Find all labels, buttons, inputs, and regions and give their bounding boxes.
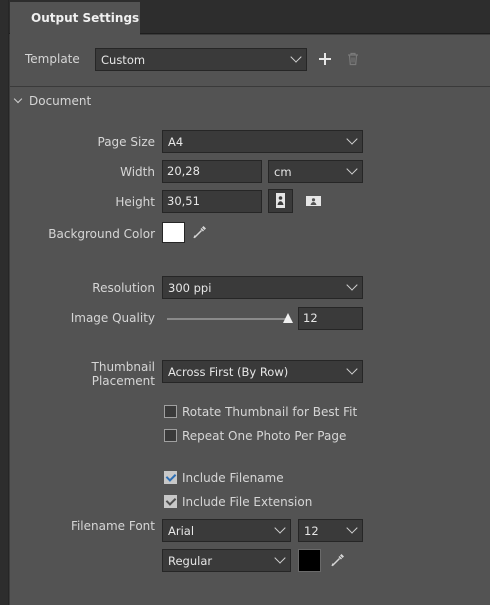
- resolution-select[interactable]: 300 ppi: [162, 276, 363, 299]
- template-value: Custom: [101, 53, 146, 67]
- font-style-select[interactable]: Regular: [162, 549, 291, 572]
- font-style-value: Regular: [168, 554, 213, 568]
- section-document-title[interactable]: Document: [29, 94, 91, 108]
- resolution-label: Resolution: [92, 281, 155, 295]
- chevron-down-icon: [346, 163, 358, 175]
- page-size-label: Page Size: [97, 135, 156, 149]
- repeat-photo-label[interactable]: Repeat One Photo Per Page: [182, 429, 346, 443]
- chevron-down-icon: [346, 133, 358, 145]
- template-select[interactable]: Custom: [95, 48, 307, 71]
- height-label: Height: [115, 195, 155, 209]
- font-family-value: Arial: [168, 524, 195, 538]
- page-size-value: A4: [168, 135, 184, 149]
- font-size-select[interactable]: 12: [298, 519, 363, 542]
- include-filename-label[interactable]: Include Filename: [182, 471, 284, 485]
- eyedropper-icon[interactable]: [330, 552, 346, 568]
- image-quality-slider[interactable]: [167, 318, 290, 320]
- landscape-icon: [306, 196, 321, 206]
- font-family-select[interactable]: Arial: [162, 519, 291, 542]
- thumbnail-placement-value: Across First (By Row): [168, 365, 289, 379]
- width-label: Width: [120, 165, 155, 179]
- rotate-thumbnail-label[interactable]: Rotate Thumbnail for Best Fit: [182, 405, 357, 419]
- background-color-swatch[interactable]: [162, 222, 185, 243]
- landscape-orientation-button[interactable]: [303, 192, 325, 210]
- chevron-down-icon: [346, 279, 358, 291]
- chevron-down-icon: [346, 363, 358, 375]
- thumbnail-placement-label: Thumbnail Placement: [40, 360, 155, 388]
- thumbnail-placement-label-line2: Placement: [91, 374, 155, 388]
- thumbnail-placement-select[interactable]: Across First (By Row): [162, 360, 363, 383]
- image-quality-input[interactable]: 12: [298, 307, 363, 330]
- portrait-orientation-button[interactable]: [268, 189, 293, 213]
- thumbnail-placement-label-line1: Thumbnail: [91, 360, 155, 374]
- page-size-select[interactable]: A4: [162, 130, 363, 153]
- chevron-down-icon: [290, 51, 302, 63]
- tab-output-settings[interactable]: Output Settings: [10, 2, 140, 35]
- separator: [10, 86, 490, 87]
- trash-icon[interactable]: [346, 52, 360, 66]
- font-color-swatch[interactable]: [298, 549, 321, 572]
- template-label: Template: [25, 52, 80, 66]
- resolution-value: 300 ppi: [168, 281, 212, 295]
- rotate-thumbnail-checkbox[interactable]: [164, 405, 177, 418]
- repeat-photo-checkbox[interactable]: [164, 429, 177, 442]
- include-filename-checkbox[interactable]: [164, 471, 177, 484]
- unit-value: cm: [274, 165, 292, 179]
- left-rail: [0, 0, 9, 605]
- chevron-down-icon: [274, 522, 286, 534]
- background-color-label: Background Color: [48, 227, 155, 241]
- include-extension-checkbox[interactable]: [164, 495, 177, 508]
- chevron-down-icon: [346, 522, 358, 534]
- include-extension-label[interactable]: Include File Extension: [182, 495, 312, 509]
- width-input[interactable]: 20,28: [162, 160, 262, 183]
- image-quality-label: Image Quality: [70, 311, 155, 325]
- chevron-down-icon: [274, 552, 286, 564]
- unit-select[interactable]: cm: [268, 160, 363, 183]
- eyedropper-icon[interactable]: [192, 224, 208, 240]
- portrait-icon: [276, 193, 285, 208]
- height-input[interactable]: 30,51: [162, 190, 262, 213]
- plus-icon[interactable]: [317, 51, 333, 67]
- filename-font-label: Filename Font: [70, 519, 155, 533]
- image-quality-slider-thumb[interactable]: [282, 313, 293, 323]
- font-size-value: 12: [304, 524, 319, 538]
